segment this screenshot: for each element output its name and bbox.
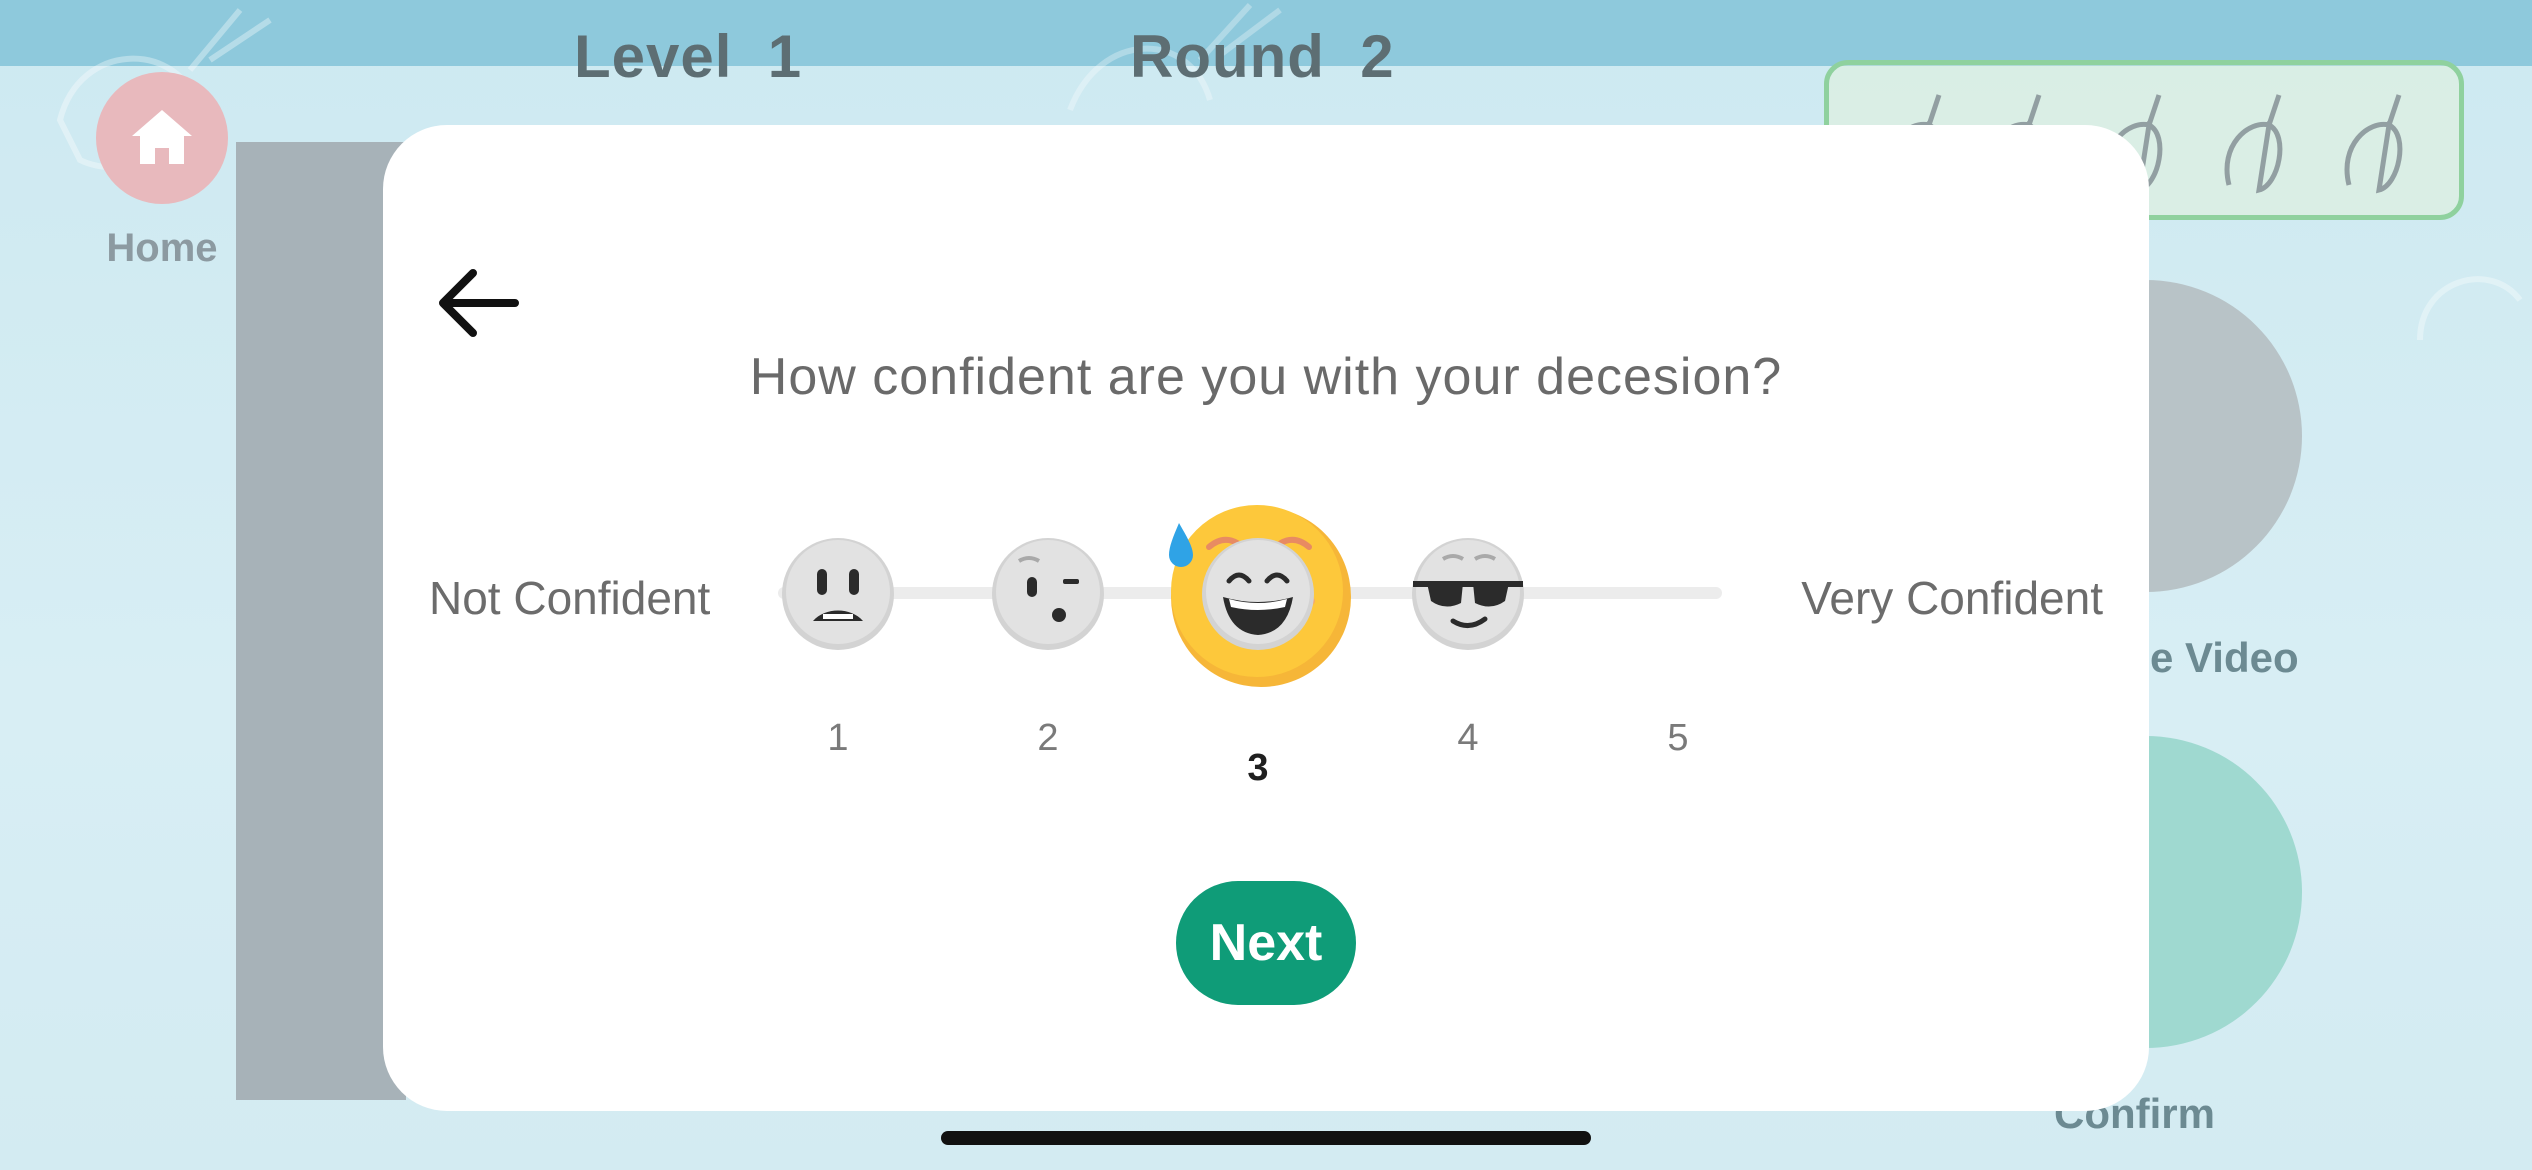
option-number-4: 4 bbox=[1457, 717, 1479, 759]
home-button[interactable] bbox=[96, 72, 228, 204]
round-label: Round 2 bbox=[1130, 23, 1395, 90]
next-button[interactable]: Next bbox=[1176, 881, 1356, 1005]
option-number-2: 2 bbox=[1037, 717, 1059, 759]
back-arrow-icon[interactable] bbox=[429, 255, 525, 351]
round-value: 2 bbox=[1360, 23, 1395, 90]
option-number-3: 3 bbox=[1247, 747, 1269, 789]
home-label: Home bbox=[106, 226, 218, 270]
level-value: 1 bbox=[767, 23, 803, 90]
skeptical-face-icon[interactable] bbox=[989, 535, 1107, 653]
dialog-question: How confident are you with your decesion… bbox=[749, 348, 1783, 406]
home-icon bbox=[132, 110, 192, 164]
option-number-5: 5 bbox=[1667, 717, 1689, 759]
not-confident-label: Not Confident bbox=[429, 572, 711, 624]
level-label: Level 1 bbox=[574, 23, 803, 90]
home-indicator bbox=[941, 1131, 1591, 1145]
sunglasses-face-icon[interactable] bbox=[1409, 535, 1527, 653]
pepper-decoration-icon bbox=[2417, 276, 2523, 341]
watch-video-label: e Video bbox=[2150, 634, 2299, 681]
very-confident-label: Very Confident bbox=[1801, 572, 2103, 624]
fearful-face-icon[interactable] bbox=[779, 535, 897, 653]
confidence-dialog: How confident are you with your decesion… bbox=[383, 125, 2149, 1111]
option-number-1: 1 bbox=[827, 717, 849, 759]
grinning-face-icon[interactable] bbox=[1199, 535, 1317, 653]
video-preview bbox=[236, 142, 406, 1100]
